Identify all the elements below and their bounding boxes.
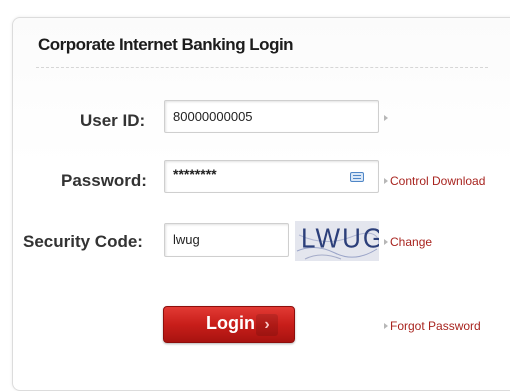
password-label: Password: <box>61 171 147 190</box>
captcha-image: LWUG <box>295 221 379 261</box>
captcha-text: LWUG <box>301 222 379 254</box>
forgot-password-arrow-icon <box>384 323 388 329</box>
chevron-right-icon: › <box>256 314 278 336</box>
login-button[interactable]: Login › <box>163 306 295 343</box>
user-id-field[interactable]: 80000000005 <box>164 100 379 133</box>
keyboard-icon[interactable] <box>350 172 364 182</box>
password-field[interactable]: ******** <box>164 160 379 193</box>
security-code-field[interactable]: lwug <box>164 223 289 257</box>
security-code-label: Security Code: <box>23 232 143 251</box>
change-arrow-icon <box>384 239 388 245</box>
login-button-label: Login <box>206 313 255 333</box>
user-id-label: User ID: <box>80 111 146 130</box>
control-download-arrow-icon <box>384 178 388 184</box>
user-id-arrow-icon <box>384 115 388 121</box>
forgot-password-link[interactable]: Forgot Password <box>390 319 481 333</box>
page-title: Corporate Internet Banking Login <box>38 35 294 54</box>
control-download-link[interactable]: Control Download <box>390 174 485 188</box>
change-captcha-link[interactable]: Change <box>390 235 432 249</box>
title-divider <box>36 67 488 68</box>
